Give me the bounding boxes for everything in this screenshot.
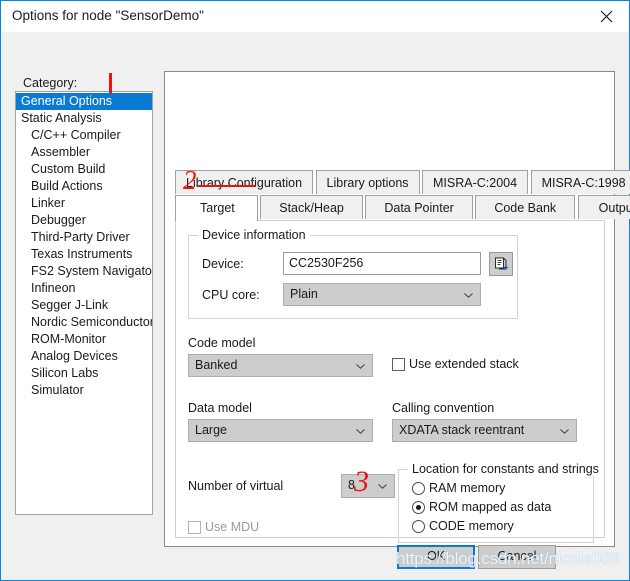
sidebar-item-fs2-system-navigator[interactable]: FS2 System Navigator bbox=[16, 263, 152, 280]
cpu-core-label: CPU core: bbox=[202, 288, 260, 302]
options-dialog: Options for node "SensorDemo" Category: … bbox=[0, 0, 630, 581]
use-mdu-checkbox[interactable]: Use MDU bbox=[188, 520, 259, 534]
device-input[interactable]: CC2530F256 bbox=[283, 252, 481, 275]
title-bar: Options for node "SensorDemo" bbox=[1, 1, 629, 33]
sidebar-item-c-cpp-compiler[interactable]: C/C++ Compiler bbox=[16, 127, 152, 144]
radio-ram-memory-label: RAM memory bbox=[429, 481, 506, 495]
radio-circle bbox=[412, 481, 425, 495]
data-model-value: Large bbox=[195, 423, 227, 437]
radio-ram-memory[interactable]: RAM memory bbox=[412, 481, 505, 495]
ok-button[interactable]: OK bbox=[397, 545, 475, 569]
tab-misra-c-2004[interactable]: MISRA-C:2004 bbox=[422, 170, 529, 194]
page-title: Options for node "SensorDemo" bbox=[12, 8, 204, 23]
sidebar-item-debugger[interactable]: Debugger bbox=[16, 212, 152, 229]
sidebar-item-analog-devices[interactable]: Analog Devices bbox=[16, 348, 152, 365]
radio-code-memory-label: CODE memory bbox=[429, 519, 514, 533]
checkbox-box bbox=[392, 357, 405, 371]
calling-convention-value: XDATA stack reentrant bbox=[399, 423, 525, 437]
close-icon[interactable] bbox=[584, 1, 629, 31]
use-extended-stack-checkbox[interactable]: Use extended stack bbox=[392, 357, 519, 371]
chevron-down-icon bbox=[378, 484, 387, 489]
code-model-value: Banked bbox=[195, 358, 238, 372]
radio-code-memory[interactable]: CODE memory bbox=[412, 519, 514, 533]
sidebar-item-static-analysis[interactable]: Static Analysis bbox=[16, 110, 152, 127]
tab-code-bank[interactable]: Code Bank bbox=[475, 195, 576, 219]
category-list[interactable]: General Options Static Analysis C/C++ Co… bbox=[15, 91, 153, 515]
sidebar-item-infineon[interactable]: Infineon bbox=[16, 280, 152, 297]
calling-convention-label: Calling convention bbox=[392, 401, 495, 415]
tab-row-2: Target Stack/Heap Data Pointer Code Bank… bbox=[175, 195, 630, 221]
sidebar-item-third-party-driver[interactable]: Third-Party Driver bbox=[16, 229, 152, 246]
sidebar-item-general-options[interactable]: General Options bbox=[16, 93, 152, 110]
chevron-down-icon bbox=[560, 428, 569, 434]
calling-convention-select[interactable]: XDATA stack reentrant bbox=[392, 419, 577, 442]
sidebar-item-build-actions[interactable]: Build Actions bbox=[16, 178, 152, 195]
sidebar-item-segger-j-link[interactable]: Segger J-Link bbox=[16, 297, 152, 314]
number-of-virtual-label: Number of virtual bbox=[188, 479, 284, 493]
dialog-body: Category: General Options Static Analysi… bbox=[1, 32, 630, 580]
device-picker-icon[interactable] bbox=[489, 252, 513, 276]
number-of-virtual-select[interactable]: 8 bbox=[341, 474, 395, 498]
radio-circle bbox=[412, 519, 425, 533]
tab-misra-c-1998[interactable]: MISRA-C:1998 bbox=[530, 170, 630, 194]
radio-rom-mapped-as-data-label: ROM mapped as data bbox=[429, 500, 552, 514]
tab-row-1: Library Configuration Library options MI… bbox=[175, 170, 630, 195]
device-information-title: Device information bbox=[198, 228, 310, 242]
cpu-core-value: Plain bbox=[290, 287, 318, 301]
device-information-group: Device information Device: CC2530F256 CP… bbox=[188, 228, 518, 319]
radio-rom-mapped-as-data[interactable]: ROM mapped as data bbox=[412, 500, 551, 514]
location-constants-strings-title: Location for constants and strings bbox=[408, 462, 603, 476]
use-mdu-label: Use MDU bbox=[205, 520, 260, 534]
code-model-label: Code model bbox=[188, 336, 256, 350]
chevron-down-icon bbox=[356, 428, 365, 434]
sidebar-item-nordic-semiconductor[interactable]: Nordic Semiconductor bbox=[16, 314, 152, 331]
tab-strip: Library Configuration Library options MI… bbox=[175, 170, 630, 221]
sidebar-item-silicon-labs[interactable]: Silicon Labs bbox=[16, 365, 152, 382]
chevron-down-icon bbox=[356, 363, 365, 369]
tab-library-configuration[interactable]: Library Configuration bbox=[175, 170, 314, 194]
sidebar-item-assembler[interactable]: Assembler bbox=[16, 144, 152, 161]
cancel-button[interactable]: Cancel bbox=[478, 545, 556, 569]
tab-library-options[interactable]: Library options bbox=[315, 170, 420, 194]
data-model-select[interactable]: Large bbox=[188, 419, 373, 442]
tab-stack-heap[interactable]: Stack/Heap bbox=[260, 195, 363, 219]
sidebar-item-texas-instruments[interactable]: Texas Instruments bbox=[16, 246, 152, 263]
sidebar-item-custom-build[interactable]: Custom Build bbox=[16, 161, 152, 178]
sidebar-item-simulator[interactable]: Simulator bbox=[16, 382, 152, 399]
checkbox-box bbox=[188, 520, 201, 534]
sidebar-item-linker[interactable]: Linker bbox=[16, 195, 152, 212]
cpu-core-select[interactable]: Plain bbox=[283, 283, 481, 306]
sidebar-item-rom-monitor[interactable]: ROM-Monitor bbox=[16, 331, 152, 348]
data-model-label: Data model bbox=[188, 401, 252, 415]
target-tab-panel: Device information Device: CC2530F256 CP… bbox=[175, 220, 605, 543]
location-constants-strings-group: Location for constants and strings RAM m… bbox=[398, 462, 603, 543]
use-extended-stack-label: Use extended stack bbox=[409, 357, 519, 371]
tab-data-pointer[interactable]: Data Pointer bbox=[365, 195, 473, 219]
category-label: Category: bbox=[23, 76, 78, 90]
chevron-down-icon bbox=[464, 292, 473, 298]
tab-output[interactable]: Output bbox=[577, 195, 630, 219]
code-model-select[interactable]: Banked bbox=[188, 354, 373, 377]
device-label: Device: bbox=[202, 257, 244, 271]
radio-circle bbox=[412, 500, 425, 514]
number-of-virtual-value: 8 bbox=[348, 478, 355, 492]
tab-target[interactable]: Target bbox=[175, 195, 258, 221]
